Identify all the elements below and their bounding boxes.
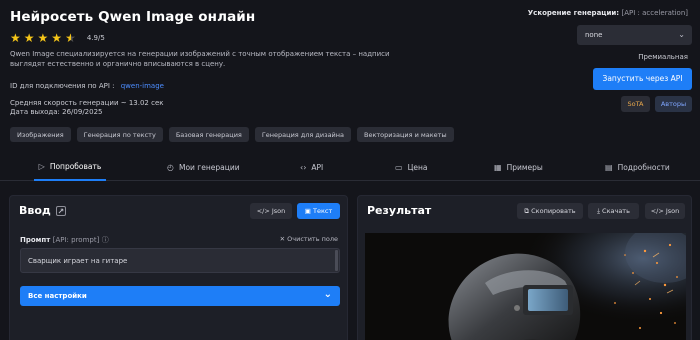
generation-speed: Средняя скорость генерации ~ 13.02 сек	[10, 99, 164, 107]
text-icon: ▣	[304, 207, 313, 215]
tab-try[interactable]: ▷ Попробовать	[34, 153, 106, 181]
history-icon: ◴	[167, 162, 174, 172]
acceleration-label: Ускорение генерации: [API : acceleration…	[528, 9, 688, 17]
tab-label: API	[311, 162, 324, 172]
tab-my-generations[interactable]: ◴ Мои генерации	[167, 153, 240, 181]
all-settings-label: Все настройки	[28, 292, 87, 300]
external-link-icon[interactable]: ↗	[55, 205, 66, 216]
download-label: Скачать	[602, 207, 630, 215]
tab-price[interactable]: ▭ Цена	[395, 153, 428, 181]
tag-list: Изображения Генерация по тексту Базовая …	[10, 127, 454, 142]
input-panel-title: Ввод ↗	[19, 204, 66, 217]
api-id-label: ID для подключения по API :	[10, 82, 115, 90]
tab-api[interactable]: ‹› API	[300, 153, 323, 181]
release-date: Дата выхода: 26/09/2025	[10, 108, 103, 116]
result-panel-title: Результат	[367, 204, 432, 217]
input-panel: Ввод ↗ </> Json ▣ Текст Промпт [API: pro…	[9, 195, 348, 340]
copy-button[interactable]: ⧉ Скопировать	[517, 203, 583, 219]
all-settings-toggle[interactable]: Все настройки ⌄	[20, 286, 340, 306]
page-title: Нейросеть Qwen Image онлайн	[10, 9, 256, 25]
tab-label: Примеры	[506, 162, 543, 172]
prompt-api-hint: [API: prompt]	[52, 236, 100, 244]
prompt-label: Промпт [API: prompt] ⓘ	[20, 235, 109, 245]
tab-examples[interactable]: ▦ Примеры	[494, 153, 543, 181]
welder-image	[365, 233, 686, 340]
tab-label: Мои генерации	[178, 162, 240, 172]
rating-stars: ★ ★ ★ ★ ★ 4.9/5	[10, 32, 105, 44]
star-icon: ★	[10, 31, 21, 45]
authors-button[interactable]: Авторы	[655, 96, 692, 112]
text-mode-label: Текст	[312, 207, 333, 215]
half-star-icon: ★	[65, 31, 76, 45]
prompt-input[interactable]: Сварщик играет на гитаре	[20, 248, 340, 273]
api-id-link[interactable]: qwen-image	[121, 82, 164, 90]
star-icon: ★	[51, 31, 63, 45]
premium-label: Премиальная	[638, 53, 688, 61]
sota-badge[interactable]: SoTA	[621, 96, 650, 112]
code-icon: ‹›	[300, 162, 307, 172]
prompt-label-text: Промпт	[20, 236, 51, 244]
tab-bar: ▷ Попробовать ◴ Мои генерации ‹› API ▭ Ц…	[0, 153, 700, 181]
run-via-api-button[interactable]: Запустить через API	[593, 68, 692, 90]
tab-label: Цена	[407, 162, 428, 172]
chevron-down-icon: ⌄	[678, 30, 685, 39]
rating-value: 4.9/5	[86, 34, 105, 42]
tab-details[interactable]: ▤ Подробности	[605, 153, 670, 181]
clear-label: Очистить поле	[287, 235, 338, 243]
file-icon: ▤	[605, 162, 613, 172]
chevron-down-icon: ⌄	[323, 289, 332, 300]
accel-label-text: Ускорение генерации:	[527, 9, 620, 17]
star-icon: ★	[23, 31, 35, 45]
accel-api-hint: [API : acceleration]	[621, 9, 688, 17]
play-icon: ▷	[38, 161, 45, 171]
tag-chip[interactable]: Векторизация и макеты	[357, 127, 454, 142]
api-id: ID для подключения по API : qwen-image	[10, 82, 164, 90]
tag-chip[interactable]: Генерация по тексту	[76, 127, 163, 142]
folder-icon: ▭	[395, 162, 403, 172]
model-description: Qwen Image специализируется на генерации…	[10, 50, 390, 68]
grid-icon: ▦	[494, 162, 502, 172]
tab-label: Попробовать	[49, 161, 102, 171]
copy-label: Скопировать	[531, 207, 576, 215]
help-icon: ⓘ	[101, 236, 109, 244]
star-icon: ★	[37, 31, 49, 45]
text-mode-button[interactable]: ▣ Текст	[297, 203, 340, 219]
tab-label: Подробности	[617, 162, 670, 172]
acceleration-select[interactable]: none ⌄	[577, 25, 692, 45]
acceleration-value: none	[585, 31, 603, 39]
input-title-text: Ввод	[19, 204, 51, 217]
prompt-value: Сварщик играет на гитаре	[28, 257, 128, 265]
scrollbar[interactable]	[335, 250, 338, 271]
download-button[interactable]: ⤓ Скачать	[588, 203, 639, 219]
json-mode-button[interactable]: </> Json	[250, 203, 292, 219]
tag-chip[interactable]: Изображения	[10, 127, 71, 142]
tag-chip[interactable]: Базовая генерация	[168, 127, 249, 142]
clear-field-button[interactable]: ✕ Очистить поле	[280, 235, 338, 243]
tag-chip[interactable]: Генерация для дизайна	[254, 127, 352, 142]
result-panel: Результат ⧉ Скопировать ⤓ Скачать </> Js…	[357, 195, 692, 340]
result-image[interactable]	[365, 233, 686, 340]
result-json-button[interactable]: </> Json	[645, 203, 685, 219]
